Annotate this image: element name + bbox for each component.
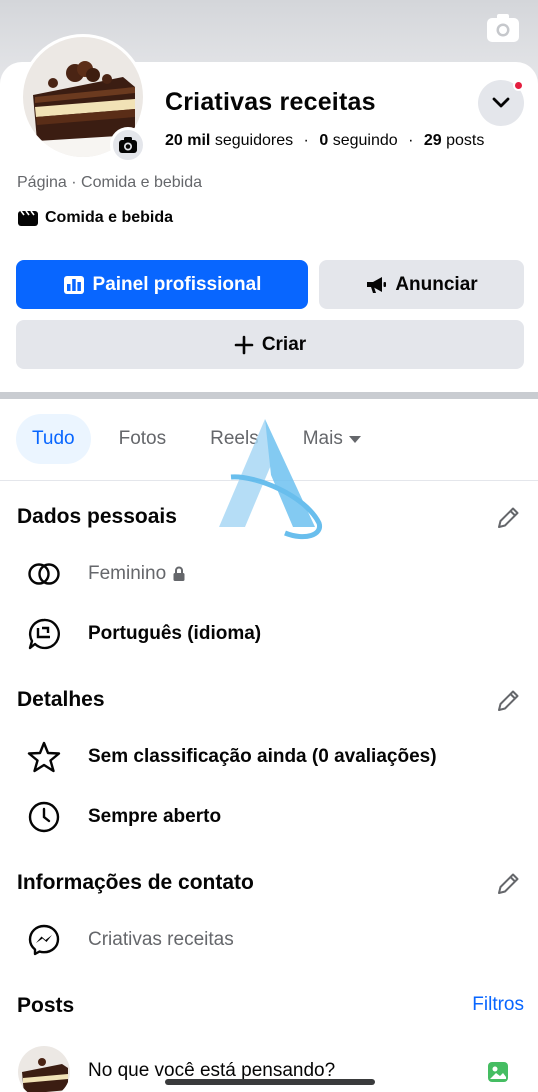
watermark-logo (215, 415, 323, 541)
lock-icon (173, 566, 185, 581)
category-row[interactable]: Comida e bebida (17, 209, 173, 227)
avatar-camera-button[interactable] (110, 127, 146, 163)
personal-data-title: Dados pessoais (17, 505, 177, 528)
cover-camera-icon[interactable] (486, 12, 520, 44)
photo-icon[interactable] (486, 1060, 510, 1084)
posts-count: 29 (423, 132, 442, 149)
plus-icon (234, 335, 254, 354)
posts-title: Posts (17, 994, 75, 1017)
tab-photos[interactable]: Fotos (103, 414, 183, 464)
language-row: Português (idioma) (26, 616, 261, 652)
create-button[interactable]: Criar (16, 320, 524, 369)
separator-dot: · (408, 132, 414, 149)
home-indicator[interactable] (165, 1079, 375, 1085)
megaphone-icon (367, 276, 387, 293)
category-label: Comida e bebida (45, 209, 174, 226)
create-label: Criar (261, 333, 307, 355)
camera-icon (119, 137, 137, 153)
hours-text: Sempre aberto (88, 806, 222, 827)
gender-row: Feminino (26, 556, 186, 592)
page-title: Criativas receitas (165, 88, 376, 116)
followers-count[interactable]: 20 mil (165, 132, 210, 149)
pencil-icon[interactable] (494, 687, 522, 715)
rating-text: Sem classificação ainda (0 avaliações) (88, 746, 437, 767)
star-icon (26, 739, 62, 775)
pencil-icon[interactable] (494, 504, 522, 532)
pencil-icon[interactable] (494, 870, 522, 898)
contact-info-title: Informações de contato (17, 871, 254, 894)
filters-link[interactable]: Filtros (472, 994, 524, 1016)
professional-dashboard-button[interactable]: Painel profissional (16, 260, 308, 309)
details-title: Detalhes (17, 688, 105, 711)
rating-row[interactable]: Sem classificação ainda (0 avaliações) (26, 739, 437, 775)
separator-dot: · (303, 132, 309, 149)
following-count[interactable]: 0 (319, 132, 328, 149)
dashboard-icon (63, 275, 84, 294)
caret-down-icon (348, 435, 361, 443)
posts-label: posts (446, 132, 485, 149)
following-label[interactable]: seguindo (333, 132, 398, 149)
language-icon (26, 616, 62, 652)
language-text: Português (idioma) (88, 623, 262, 644)
clapperboard-icon (18, 210, 38, 226)
section-divider (0, 392, 538, 399)
tab-all[interactable]: Tudo (16, 414, 91, 464)
followers-label[interactable]: seguidores (215, 132, 293, 149)
advertise-button[interactable]: Anunciar (319, 260, 524, 309)
hours-row: Sempre aberto (26, 799, 221, 835)
gender-text: Feminino (88, 563, 167, 584)
composer-avatar[interactable] (18, 1046, 70, 1092)
gender-icon (26, 556, 62, 592)
messenger-icon (26, 922, 62, 958)
page-category: Página · Comida e bebida (17, 174, 203, 191)
chevron-down-icon (492, 97, 510, 108)
professional-dashboard-label: Painel profissional (92, 273, 262, 295)
notification-dot (513, 80, 524, 91)
messenger-row[interactable]: Criativas receitas (26, 922, 234, 958)
advertise-label: Anunciar (395, 273, 478, 295)
profile-stats: 20 mil seguidores · 0 seguindo · 29 post… (165, 132, 484, 150)
clock-icon (26, 799, 62, 835)
profile-tabs: Tudo Fotos Reels Mais (16, 414, 389, 464)
messenger-text: Criativas receitas (88, 929, 234, 950)
